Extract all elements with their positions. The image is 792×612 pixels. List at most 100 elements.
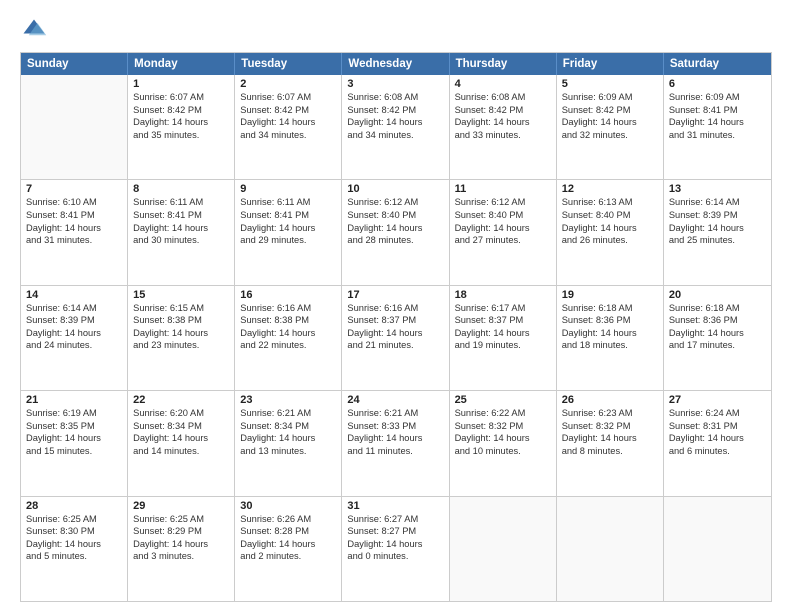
cell-info-line: Sunrise: 6:16 AM — [240, 302, 336, 315]
cell-info-line: Sunset: 8:41 PM — [133, 209, 229, 222]
cell-info-line: and 11 minutes. — [347, 445, 443, 458]
cell-info-line: and 27 minutes. — [455, 234, 551, 247]
cell-info-line: Sunset: 8:27 PM — [347, 525, 443, 538]
day-number: 25 — [455, 394, 551, 406]
calendar-cell: 4Sunrise: 6:08 AMSunset: 8:42 PMDaylight… — [450, 75, 557, 179]
cell-info-line: and 31 minutes. — [669, 129, 766, 142]
calendar-cell: 10Sunrise: 6:12 AMSunset: 8:40 PMDayligh… — [342, 180, 449, 284]
cell-info-line: Daylight: 14 hours — [26, 327, 122, 340]
cell-info-line: Daylight: 14 hours — [26, 538, 122, 551]
cell-info-line: Sunset: 8:36 PM — [562, 314, 658, 327]
day-number: 19 — [562, 289, 658, 301]
calendar-row-0: 1Sunrise: 6:07 AMSunset: 8:42 PMDaylight… — [21, 75, 771, 180]
cell-info-line: Daylight: 14 hours — [669, 116, 766, 129]
cell-info-line: Sunset: 8:29 PM — [133, 525, 229, 538]
calendar-cell: 31Sunrise: 6:27 AMSunset: 8:27 PMDayligh… — [342, 497, 449, 601]
calendar-row-3: 21Sunrise: 6:19 AMSunset: 8:35 PMDayligh… — [21, 391, 771, 496]
cell-info-line: and 5 minutes. — [26, 550, 122, 563]
calendar-cell: 28Sunrise: 6:25 AMSunset: 8:30 PMDayligh… — [21, 497, 128, 601]
day-number: 27 — [669, 394, 766, 406]
day-number: 5 — [562, 78, 658, 90]
day-number: 14 — [26, 289, 122, 301]
cell-info-line: Daylight: 14 hours — [133, 432, 229, 445]
cell-info-line: Sunset: 8:32 PM — [455, 420, 551, 433]
cell-info-line: Sunrise: 6:22 AM — [455, 407, 551, 420]
cell-info-line: and 19 minutes. — [455, 339, 551, 352]
cell-info-line: Sunrise: 6:21 AM — [240, 407, 336, 420]
cell-info-line: Sunset: 8:40 PM — [455, 209, 551, 222]
cell-info-line: Daylight: 14 hours — [347, 327, 443, 340]
calendar-cell: 14Sunrise: 6:14 AMSunset: 8:39 PMDayligh… — [21, 286, 128, 390]
day-number: 22 — [133, 394, 229, 406]
cell-info-line: Daylight: 14 hours — [133, 222, 229, 235]
cell-info-line: Daylight: 14 hours — [347, 116, 443, 129]
cell-info-line: Daylight: 14 hours — [240, 432, 336, 445]
calendar-cell: 23Sunrise: 6:21 AMSunset: 8:34 PMDayligh… — [235, 391, 342, 495]
day-number: 30 — [240, 500, 336, 512]
calendar-cell: 18Sunrise: 6:17 AMSunset: 8:37 PMDayligh… — [450, 286, 557, 390]
cell-info-line: Sunrise: 6:16 AM — [347, 302, 443, 315]
cell-info-line: Sunrise: 6:08 AM — [455, 91, 551, 104]
cell-info-line: Sunrise: 6:11 AM — [240, 196, 336, 209]
day-number: 15 — [133, 289, 229, 301]
day-number: 31 — [347, 500, 443, 512]
cell-info-line: and 22 minutes. — [240, 339, 336, 352]
cell-info-line: Sunrise: 6:08 AM — [347, 91, 443, 104]
calendar-cell — [664, 497, 771, 601]
day-number: 20 — [669, 289, 766, 301]
cell-info-line: and 10 minutes. — [455, 445, 551, 458]
day-number: 13 — [669, 183, 766, 195]
day-number: 24 — [347, 394, 443, 406]
header-day-wednesday: Wednesday — [342, 53, 449, 75]
cell-info-line: Sunrise: 6:18 AM — [562, 302, 658, 315]
calendar-cell: 9Sunrise: 6:11 AMSunset: 8:41 PMDaylight… — [235, 180, 342, 284]
cell-info-line: Daylight: 14 hours — [26, 222, 122, 235]
calendar-cell: 8Sunrise: 6:11 AMSunset: 8:41 PMDaylight… — [128, 180, 235, 284]
calendar-row-2: 14Sunrise: 6:14 AMSunset: 8:39 PMDayligh… — [21, 286, 771, 391]
cell-info-line: Sunrise: 6:23 AM — [562, 407, 658, 420]
calendar-cell: 27Sunrise: 6:24 AMSunset: 8:31 PMDayligh… — [664, 391, 771, 495]
cell-info-line: Sunset: 8:32 PM — [562, 420, 658, 433]
cell-info-line: and 21 minutes. — [347, 339, 443, 352]
cell-info-line: Sunset: 8:31 PM — [669, 420, 766, 433]
cell-info-line: Sunrise: 6:26 AM — [240, 513, 336, 526]
cell-info-line: Sunrise: 6:10 AM — [26, 196, 122, 209]
cell-info-line: Sunrise: 6:27 AM — [347, 513, 443, 526]
calendar-cell: 17Sunrise: 6:16 AMSunset: 8:37 PMDayligh… — [342, 286, 449, 390]
calendar-cell: 7Sunrise: 6:10 AMSunset: 8:41 PMDaylight… — [21, 180, 128, 284]
cell-info-line: and 26 minutes. — [562, 234, 658, 247]
cell-info-line: Daylight: 14 hours — [455, 222, 551, 235]
page: SundayMondayTuesdayWednesdayThursdayFrid… — [0, 0, 792, 612]
cell-info-line: Sunset: 8:33 PM — [347, 420, 443, 433]
cell-info-line: and 2 minutes. — [240, 550, 336, 563]
day-number: 18 — [455, 289, 551, 301]
calendar-cell — [21, 75, 128, 179]
cell-info-line: Sunrise: 6:14 AM — [669, 196, 766, 209]
cell-info-line: Sunset: 8:35 PM — [26, 420, 122, 433]
calendar-cell: 30Sunrise: 6:26 AMSunset: 8:28 PMDayligh… — [235, 497, 342, 601]
day-number: 6 — [669, 78, 766, 90]
cell-info-line: Sunrise: 6:07 AM — [240, 91, 336, 104]
cell-info-line: Daylight: 14 hours — [669, 432, 766, 445]
cell-info-line: Sunrise: 6:18 AM — [669, 302, 766, 315]
cell-info-line: Sunset: 8:38 PM — [240, 314, 336, 327]
calendar-cell: 2Sunrise: 6:07 AMSunset: 8:42 PMDaylight… — [235, 75, 342, 179]
calendar-cell: 24Sunrise: 6:21 AMSunset: 8:33 PMDayligh… — [342, 391, 449, 495]
cell-info-line: Sunset: 8:34 PM — [240, 420, 336, 433]
calendar-cell: 12Sunrise: 6:13 AMSunset: 8:40 PMDayligh… — [557, 180, 664, 284]
cell-info-line: Sunset: 8:41 PM — [240, 209, 336, 222]
day-number: 21 — [26, 394, 122, 406]
cell-info-line: and 24 minutes. — [26, 339, 122, 352]
cell-info-line: Daylight: 14 hours — [133, 538, 229, 551]
cell-info-line: and 28 minutes. — [347, 234, 443, 247]
calendar-cell: 21Sunrise: 6:19 AMSunset: 8:35 PMDayligh… — [21, 391, 128, 495]
cell-info-line: Sunrise: 6:25 AM — [133, 513, 229, 526]
cell-info-line: Sunset: 8:42 PM — [240, 104, 336, 117]
cell-info-line: and 32 minutes. — [562, 129, 658, 142]
cell-info-line: and 29 minutes. — [240, 234, 336, 247]
cell-info-line: Daylight: 14 hours — [347, 538, 443, 551]
calendar-cell: 15Sunrise: 6:15 AMSunset: 8:38 PMDayligh… — [128, 286, 235, 390]
cell-info-line: Daylight: 14 hours — [562, 116, 658, 129]
cell-info-line: Sunrise: 6:21 AM — [347, 407, 443, 420]
logo — [20, 16, 52, 44]
